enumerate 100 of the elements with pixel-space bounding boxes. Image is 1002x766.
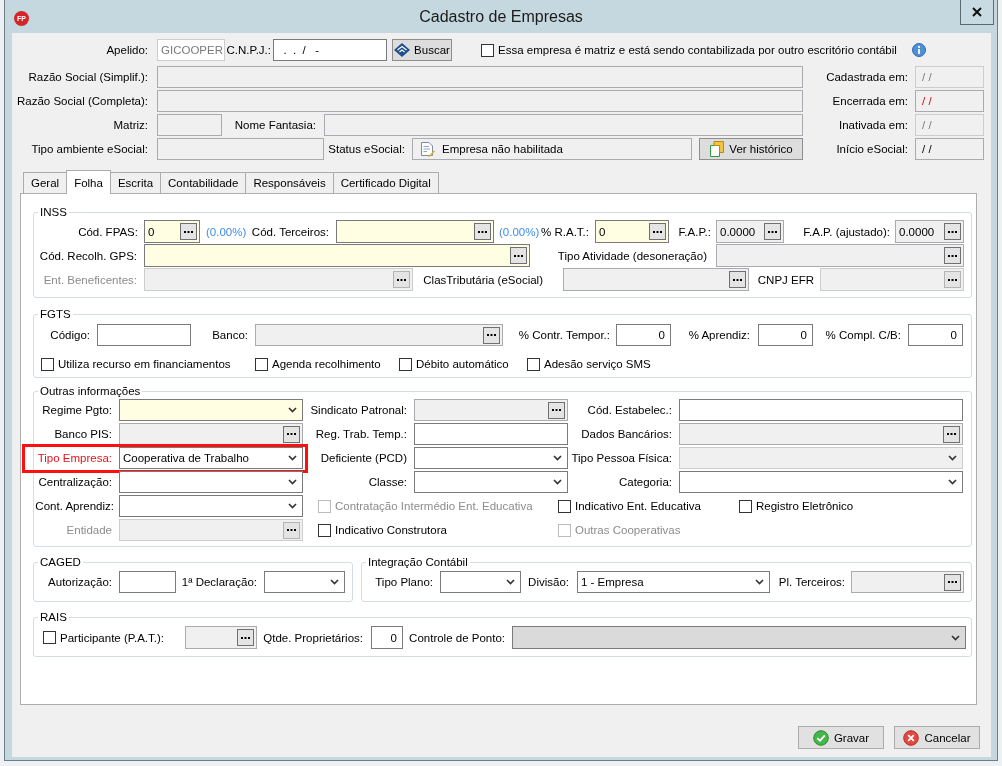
lookup-field[interactable] (144, 244, 530, 267)
tab[interactable]: Folha (66, 170, 111, 194)
lookup-button[interactable] (237, 629, 254, 646)
dropdown-field[interactable] (679, 471, 963, 493)
field-label: Tipo Pessoa Física: (571, 452, 672, 464)
lookup-field[interactable] (119, 423, 303, 445)
dropdown-field[interactable] (264, 571, 345, 593)
dropdown-field[interactable] (512, 626, 966, 649)
field-value: / / (921, 143, 932, 155)
number-field[interactable]: 0 (371, 626, 403, 649)
lookup-button[interactable] (283, 425, 300, 443)
lookup-button[interactable] (729, 271, 746, 288)
lookup-field[interactable] (851, 571, 964, 593)
lookup-field[interactable]: 0.0000 (895, 220, 964, 243)
checkbox[interactable] (43, 631, 56, 644)
percent-note: (0.00%) (206, 225, 247, 238)
text-field[interactable] (157, 90, 803, 112)
dropdown-field[interactable] (119, 471, 303, 493)
checkbox[interactable] (527, 357, 540, 371)
text-field[interactable] (119, 571, 176, 593)
field-value: 0 (800, 329, 808, 341)
lookup-button[interactable] (764, 223, 781, 240)
dropdown-field[interactable]: 1 - Empresa (577, 571, 770, 593)
lookup-field[interactable] (716, 244, 964, 267)
field-label: Cód. Estabelec.: (587, 404, 672, 416)
lookup-field[interactable] (414, 399, 568, 421)
chevron-down-icon (755, 579, 764, 585)
lookup-field[interactable]: 0 (144, 220, 200, 243)
tab[interactable]: Certificado Digital (332, 172, 439, 193)
lookup-button[interactable] (649, 223, 666, 240)
lookup-button[interactable] (474, 223, 491, 240)
field-label: Banco PIS: (54, 428, 112, 440)
text-field[interactable] (157, 66, 803, 88)
text-field[interactable] (414, 423, 568, 445)
history-button[interactable]: Ver histórico (699, 138, 803, 160)
field-label: Inativada em: (838, 119, 908, 131)
dropdown-field[interactable] (440, 571, 521, 593)
checkbox-label: Essa empresa é matriz e está sendo contabilizada por outro escritório contábil (498, 44, 897, 56)
lookup-button[interactable] (943, 425, 960, 443)
lookup-button[interactable] (483, 326, 500, 344)
date-field[interactable]: / / (915, 90, 984, 112)
field-value: 0 (658, 329, 666, 341)
field-label: Centralização: (38, 476, 112, 488)
chevron-down-icon (288, 455, 297, 461)
field-label: Cont. Aprendiz: (35, 500, 114, 512)
field-value: 0 (390, 631, 398, 644)
lookup-field[interactable] (336, 220, 494, 243)
lookup-field[interactable]: 0.0000 (716, 220, 784, 243)
date-field[interactable]: / / (915, 138, 984, 160)
dropdown-field[interactable]: Cooperativa de Trabalho (119, 447, 303, 469)
save-button[interactable]: Gravar (798, 726, 884, 749)
lookup-field[interactable] (679, 423, 963, 445)
field-label: Tipo Atividade (desoneração) (557, 249, 707, 262)
field-label: Encerrada em: (832, 95, 908, 107)
close-button[interactable] (960, 0, 994, 25)
dropdown-field[interactable] (119, 495, 303, 517)
lookup-button[interactable] (548, 401, 565, 419)
number-field[interactable]: 0 (908, 324, 963, 346)
checkbox[interactable] (255, 357, 268, 371)
checkbox-label: Outras Cooperativas (575, 524, 681, 536)
checkbox[interactable] (481, 43, 494, 57)
lookup-button[interactable] (944, 223, 961, 240)
field-label: Reg. Trab. Temp.: (315, 428, 407, 440)
field-value: 1 - Empresa (580, 576, 644, 588)
lookup-button[interactable] (180, 223, 197, 240)
lookup-field[interactable]: 0 (595, 220, 669, 243)
status-field[interactable]: Empresa não habilitada (412, 138, 692, 160)
text-field[interactable] (97, 324, 191, 346)
checkbox[interactable] (41, 357, 54, 371)
text-field[interactable]: . . / - (273, 39, 387, 61)
lookup-button[interactable] (944, 247, 961, 264)
text-field[interactable] (157, 114, 222, 136)
field-label: ClasTributária (eSocial) (423, 273, 543, 286)
lookup-field[interactable] (185, 626, 257, 649)
field-label: Controle de Ponto: (409, 631, 505, 644)
lookup-button[interactable] (510, 247, 527, 264)
field-label: Status eSocial: (328, 143, 405, 155)
lookup-field[interactable] (255, 324, 503, 346)
cancel-button[interactable]: Cancelar (894, 726, 980, 749)
number-field[interactable]: 0 (758, 324, 813, 346)
search-button[interactable]: Buscar (392, 39, 452, 61)
field-value: Empresa não habilitada (441, 143, 563, 155)
dropdown-field[interactable] (414, 447, 568, 469)
checkbox[interactable] (399, 357, 412, 371)
info-icon[interactable] (912, 43, 926, 57)
dropdown-field[interactable] (119, 399, 303, 421)
checkbox[interactable] (739, 499, 752, 513)
text-field[interactable] (324, 114, 803, 136)
checkbox-label: Adesão serviço SMS (544, 358, 651, 370)
checkbox-label: Registro Eletrônico (756, 500, 854, 512)
lookup-field[interactable] (563, 268, 749, 291)
number-field[interactable]: 0 (616, 324, 671, 346)
checkbox-label: Indicativo Ent. Educativa (575, 500, 701, 512)
text-field[interactable] (679, 399, 963, 421)
tab[interactable]: Geral (23, 172, 68, 193)
lookup-button[interactable] (944, 573, 961, 591)
dropdown-field[interactable] (414, 471, 568, 493)
text-field[interactable] (157, 138, 324, 160)
checkbox[interactable] (318, 523, 331, 537)
checkbox[interactable] (558, 499, 571, 513)
